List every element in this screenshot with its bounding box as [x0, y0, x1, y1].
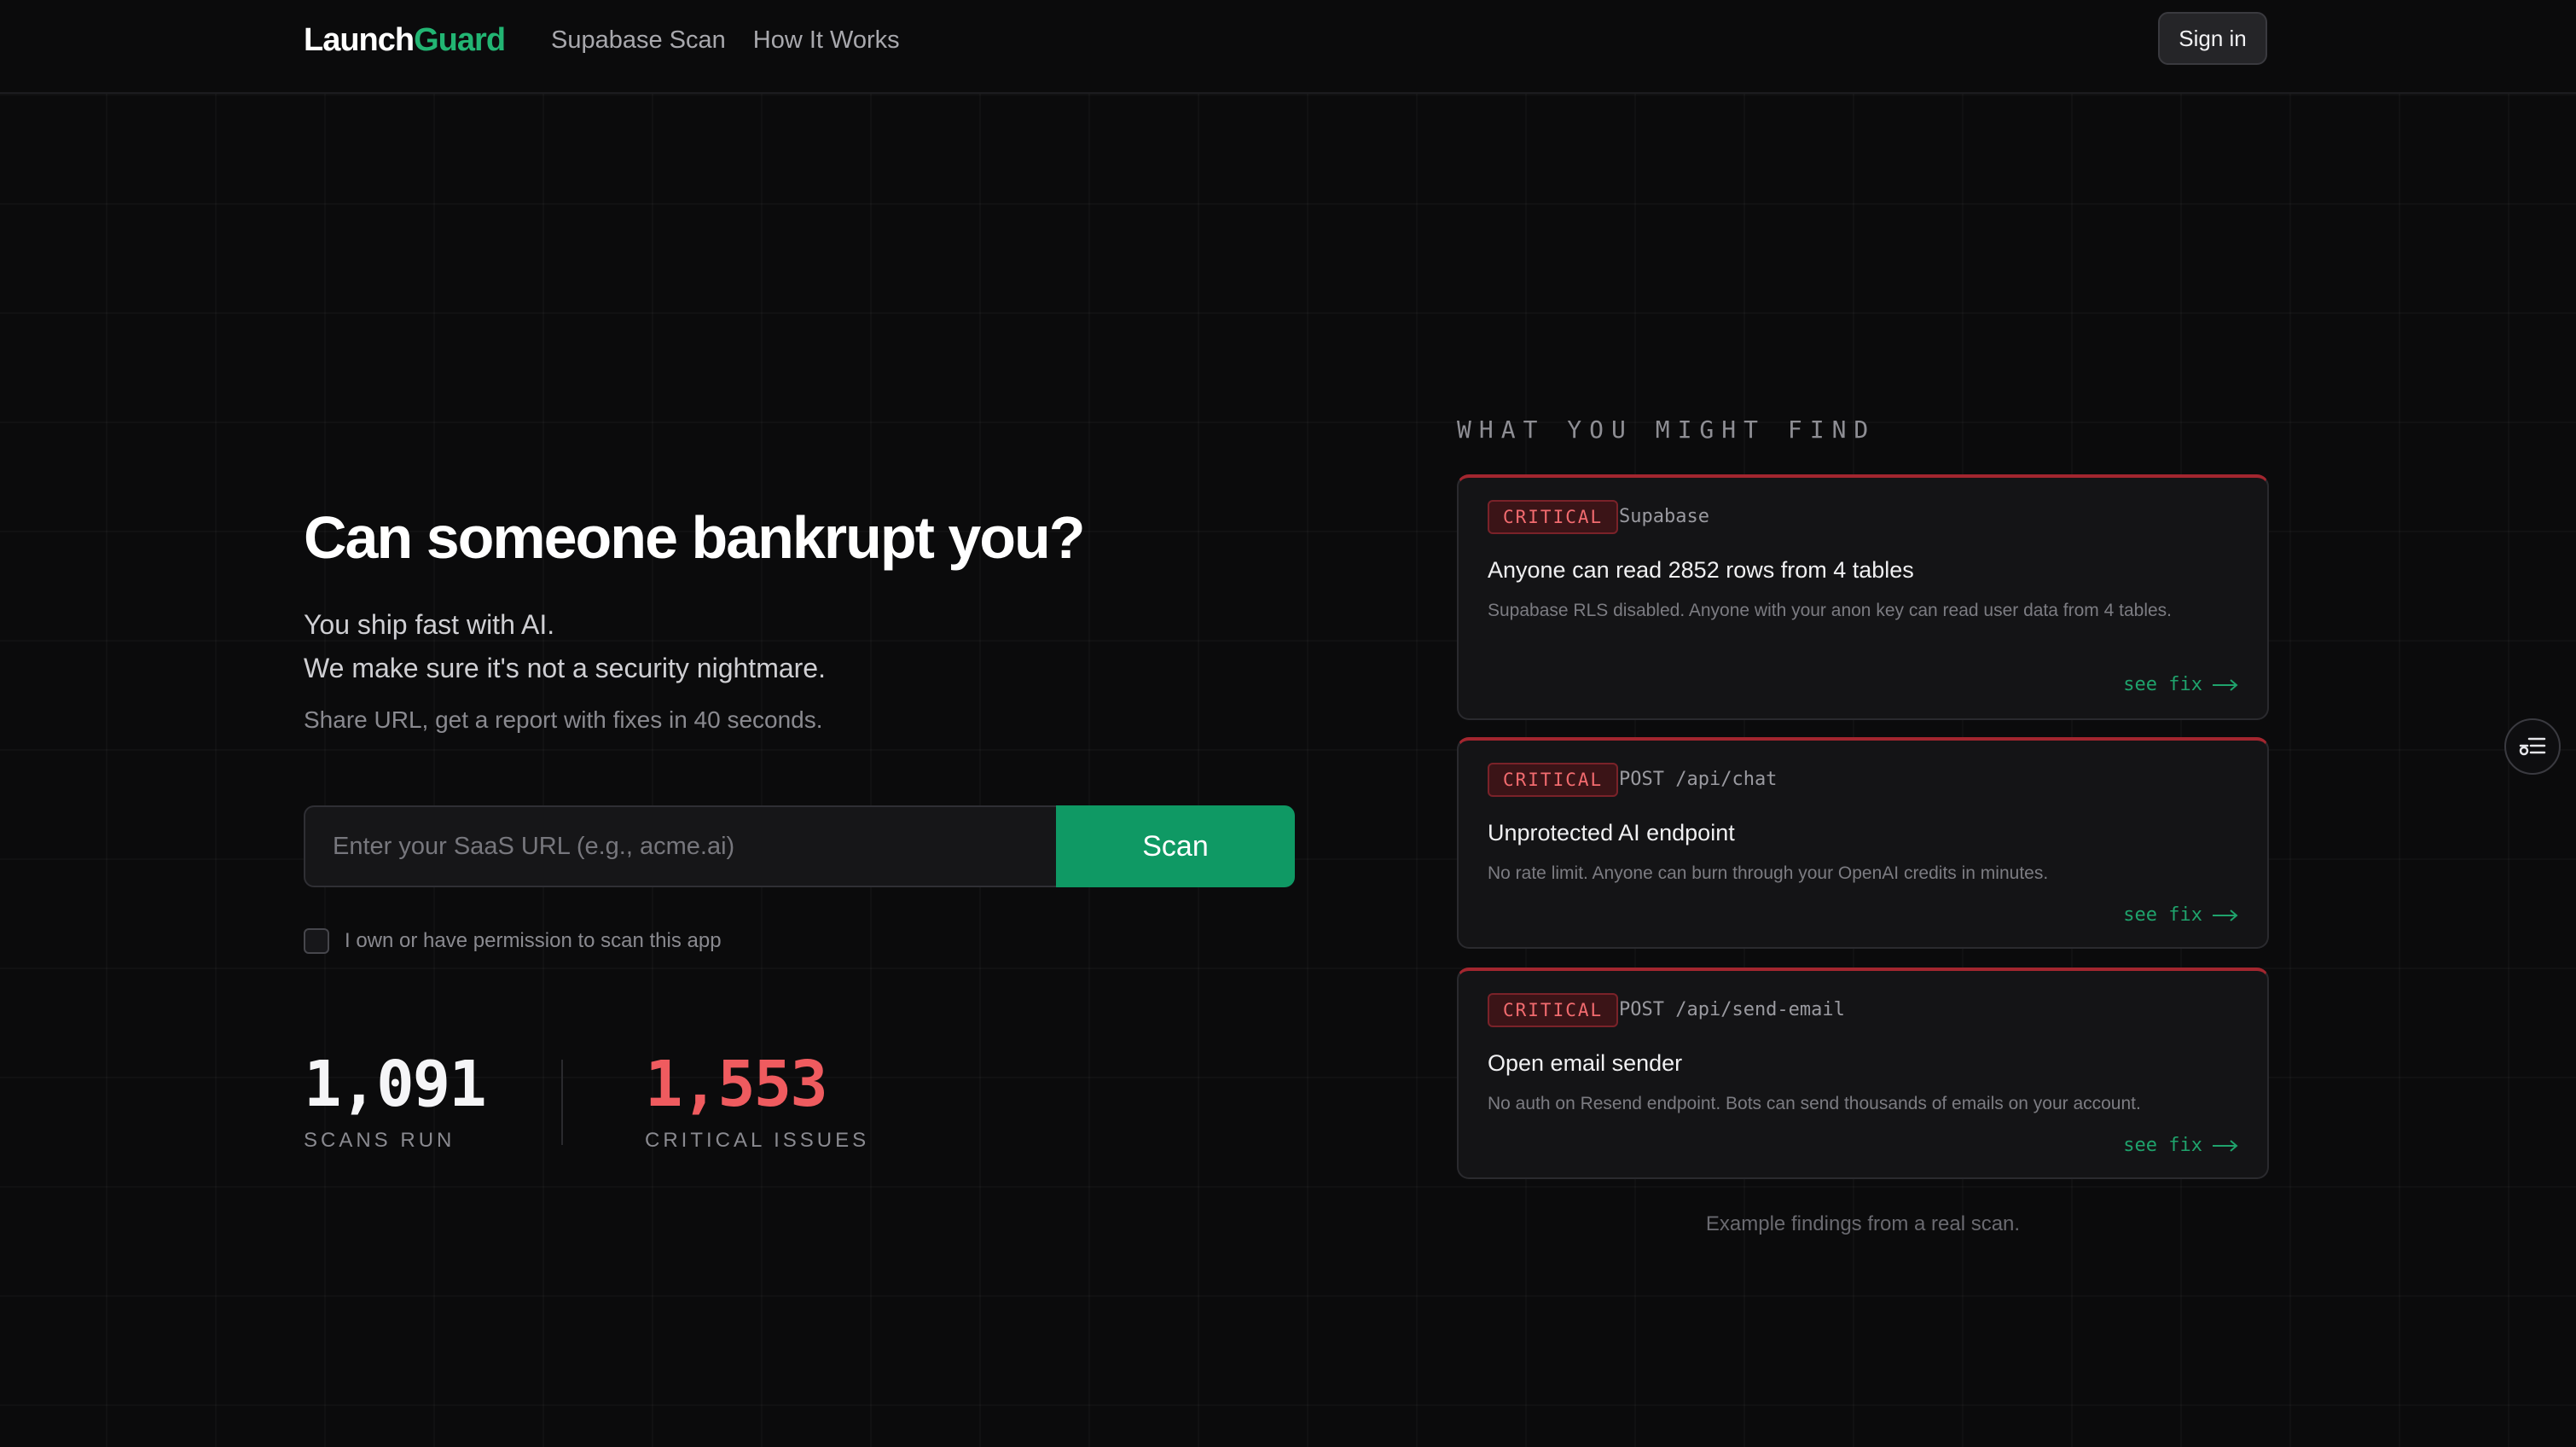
finding-tag: Supabase — [1619, 506, 1709, 527]
see-fix-label: see fix — [2123, 1135, 2202, 1156]
severity-badge: CRITICAL — [1488, 993, 1619, 1027]
nav-links: Supabase Scan How It Works — [551, 22, 900, 58]
page: LaunchGuard Supabase Scan How It Works S… — [0, 0, 2576, 1447]
arrow-right-icon — [2213, 1140, 2238, 1152]
hero-subtitle-2: We make sure it's not a security nightma… — [304, 653, 826, 683]
scan-button[interactable]: Scan — [1056, 805, 1295, 887]
see-fix-link[interactable]: see fix — [2123, 1133, 2238, 1159]
finding-tag: POST /api/send-email — [1619, 999, 1845, 1020]
hero-subtitle-1: You ship fast with AI. — [304, 609, 555, 640]
stat-divider — [561, 1060, 563, 1145]
settings-list-icon — [2519, 737, 2546, 756]
stat-critical-issues-label: CRITICAL ISSUES — [645, 1129, 870, 1152]
finding-card-ai-endpoint[interactable]: CRITICAL POST /api/chat Unprotected AI e… — [1457, 737, 2269, 949]
stat-scans-run-label: SCANS RUN — [304, 1129, 455, 1152]
top-nav: LaunchGuard Supabase Scan How It Works S… — [0, 0, 2576, 94]
see-fix-link[interactable]: see fix — [2123, 672, 2238, 698]
logo-part2: Guard — [414, 22, 506, 58]
finding-title: Open email sender — [1488, 1050, 1683, 1076]
findings-caption: Example findings from a real scan. — [1705, 1212, 2021, 1235]
finding-card-supabase[interactable]: CRITICAL Supabase Anyone can read 2852 r… — [1457, 474, 2269, 720]
finding-description: No rate limit. Anyone can burn through y… — [1488, 863, 2049, 883]
hero-tagline: Share URL, get a report with fixes in 40… — [304, 706, 823, 733]
url-input[interactable] — [304, 805, 1058, 887]
stat-critical-issues-value: 1,553 — [645, 1048, 828, 1121]
severity-badge: CRITICAL — [1488, 763, 1619, 797]
see-fix-label: see fix — [2123, 904, 2202, 926]
logo[interactable]: LaunchGuard — [304, 19, 506, 61]
findings-title: WHAT YOU MIGHT FIND — [1457, 416, 1877, 444]
finding-description: No auth on Resend endpoint. Bots can sen… — [1488, 1094, 2141, 1113]
finding-card-email-sender[interactable]: CRITICAL POST /api/send-email Open email… — [1457, 968, 2269, 1179]
finding-description: Supabase RLS disabled. Anyone with your … — [1488, 601, 2172, 620]
floating-settings-button[interactable] — [2504, 718, 2561, 775]
permission-label[interactable]: I own or have permission to scan this ap… — [345, 928, 722, 954]
permission-row: I own or have permission to scan this ap… — [304, 928, 722, 954]
see-fix-label: see fix — [2123, 674, 2202, 695]
see-fix-link[interactable]: see fix — [2123, 903, 2238, 928]
finding-tag: POST /api/chat — [1619, 769, 1778, 790]
stat-scans-run-value: 1,091 — [304, 1048, 487, 1121]
permission-checkbox[interactable] — [304, 928, 329, 954]
finding-title: Anyone can read 2852 rows from 4 tables — [1488, 557, 1914, 583]
arrow-right-icon — [2213, 909, 2238, 921]
page-title: Can someone bankrupt you? — [304, 504, 1086, 571]
arrow-right-icon — [2213, 679, 2238, 691]
logo-part1: Launch — [304, 22, 415, 58]
nav-link-supabase-scan[interactable]: Supabase Scan — [551, 22, 726, 58]
finding-title: Unprotected AI endpoint — [1488, 820, 1735, 846]
sign-in-button[interactable]: Sign in — [2158, 12, 2267, 65]
severity-badge: CRITICAL — [1488, 500, 1619, 534]
nav-link-how-it-works[interactable]: How It Works — [753, 22, 900, 58]
